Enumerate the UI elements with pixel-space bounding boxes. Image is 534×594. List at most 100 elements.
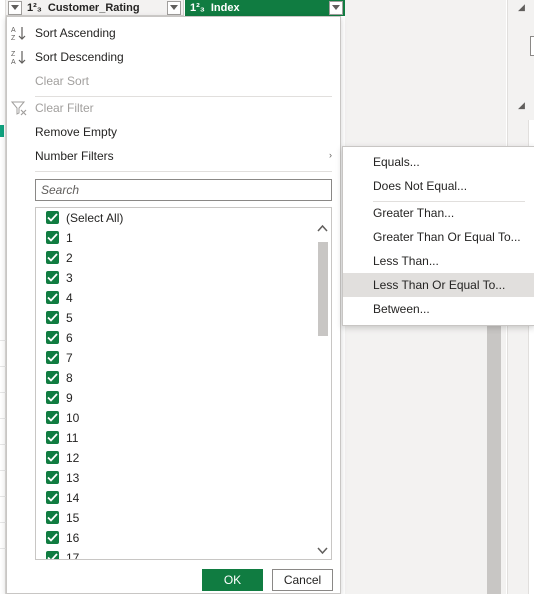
scroll-down-icon[interactable]: [317, 545, 328, 555]
value-label: 1: [66, 231, 73, 245]
filter-option-label: Does Not Equal...: [373, 179, 468, 193]
column-filter-dropdown[interactable]: [329, 1, 343, 15]
checkbox-checked-icon[interactable]: [46, 471, 59, 484]
value-item[interactable]: 6: [36, 328, 314, 348]
value-label: (Select All): [66, 211, 124, 225]
filter-less-than-item[interactable]: Less Than...: [343, 249, 534, 273]
checkbox-checked-icon[interactable]: [46, 431, 59, 444]
sort-ascending-label: Sort Ascending: [35, 26, 116, 40]
value-label: 16: [66, 531, 80, 545]
values-checklist: (Select All) 1 2 3 4 5 6 7 8 9 10 11 12 13 14 15 16 17: [35, 207, 332, 560]
search-input[interactable]: [36, 180, 331, 200]
checkbox-checked-icon[interactable]: [46, 351, 59, 364]
search-box[interactable]: [35, 179, 332, 201]
filter-less-than-or-equal-item[interactable]: Less Than Or Equal To...: [343, 273, 534, 297]
value-label: 4: [66, 291, 73, 305]
value-label: 6: [66, 331, 73, 345]
checkbox-checked-icon[interactable]: [46, 331, 59, 344]
checkbox-checked-icon[interactable]: [46, 511, 59, 524]
number-type-icon: 1²₃: [27, 1, 42, 14]
ok-button[interactable]: OK: [202, 569, 263, 591]
checkbox-checked-icon[interactable]: [46, 311, 59, 324]
value-item[interactable]: 8: [36, 368, 314, 388]
sort-ascending-item[interactable]: A Z Sort Ascending: [7, 21, 340, 45]
checkbox-checked-icon[interactable]: [46, 531, 59, 544]
clear-sort-item[interactable]: Clear Sort: [7, 69, 340, 93]
value-item[interactable]: 15: [36, 508, 314, 528]
checkbox-checked-icon[interactable]: [46, 411, 59, 424]
value-label: 13: [66, 471, 80, 485]
column-filter-dropdown-left[interactable]: [8, 0, 22, 15]
checkbox-checked-icon[interactable]: [46, 551, 59, 559]
value-item[interactable]: 2: [36, 248, 314, 268]
clear-filter-item[interactable]: Clear Filter: [7, 96, 340, 120]
filter-greater-than-item[interactable]: Greater Than...: [343, 201, 534, 225]
column-header-customer-rating[interactable]: 1²₃ Customer_Rating: [6, 0, 184, 16]
clear-sort-label: Clear Sort: [35, 74, 90, 88]
value-item[interactable]: 17: [36, 548, 314, 560]
value-item[interactable]: 4: [36, 288, 314, 308]
checkbox-checked-icon[interactable]: [46, 231, 59, 244]
value-label: 9: [66, 391, 73, 405]
value-label: 7: [66, 351, 73, 365]
value-item[interactable]: 12: [36, 448, 314, 468]
svg-text:Z: Z: [11, 35, 16, 41]
column-header-index[interactable]: 1²₃ Index: [185, 0, 345, 16]
filter-option-label: Equals...: [373, 155, 420, 169]
scroll-thumb[interactable]: [318, 242, 328, 336]
column-filter-menu: A Z Sort Ascending Z A Sort Descending C…: [6, 16, 341, 594]
remove-empty-label: Remove Empty: [35, 125, 118, 139]
filter-option-label: Between...: [373, 302, 430, 316]
value-item[interactable]: 10: [36, 408, 314, 428]
number-filters-item[interactable]: Number Filters ›: [7, 144, 340, 168]
checkbox-checked-icon[interactable]: [46, 211, 59, 224]
value-label: 2: [66, 251, 73, 265]
checkbox-checked-icon[interactable]: [46, 491, 59, 504]
checkbox-checked-icon[interactable]: [46, 271, 59, 284]
remove-empty-item[interactable]: Remove Empty: [7, 120, 340, 144]
value-label: 12: [66, 451, 80, 465]
value-label: 15: [66, 511, 80, 525]
number-type-icon: 1²₃: [190, 2, 205, 14]
clear-filter-label: Clear Filter: [35, 101, 94, 115]
submenu-arrow-icon: ›: [329, 150, 332, 160]
filter-equals-item[interactable]: Equals...: [343, 150, 534, 174]
sort-ascending-icon: A Z: [11, 27, 26, 41]
background-scrollbar: [487, 300, 501, 594]
value-label: 3: [66, 271, 73, 285]
filter-between-item[interactable]: Between...: [343, 297, 534, 321]
values-scrollbar[interactable]: [314, 208, 331, 559]
cancel-button[interactable]: Cancel: [272, 569, 333, 591]
value-label: 10: [66, 411, 80, 425]
checkbox-checked-icon[interactable]: [46, 391, 59, 404]
clear-filter-icon: [11, 101, 27, 116]
value-label: 14: [66, 491, 80, 505]
svg-text:A: A: [11, 27, 16, 34]
sort-descending-label: Sort Descending: [35, 50, 124, 64]
value-label: 17: [66, 551, 80, 560]
sort-descending-icon: Z A: [11, 51, 26, 65]
checkbox-checked-icon[interactable]: [46, 451, 59, 464]
checkbox-checked-icon[interactable]: [46, 251, 59, 264]
value-item[interactable]: 16: [36, 528, 314, 548]
svg-text:Z: Z: [11, 51, 16, 58]
scroll-up-icon[interactable]: [317, 224, 328, 234]
value-item[interactable]: 13: [36, 468, 314, 488]
value-item[interactable]: 7: [36, 348, 314, 368]
filter-greater-than-or-equal-item[interactable]: Greater Than Or Equal To...: [343, 225, 534, 249]
sort-descending-item[interactable]: Z A Sort Descending: [7, 45, 340, 69]
value-item[interactable]: 11: [36, 428, 314, 448]
filter-does-not-equal-item[interactable]: Does Not Equal...: [343, 174, 534, 198]
value-item[interactable]: 9: [36, 388, 314, 408]
checkbox-checked-icon[interactable]: [46, 291, 59, 304]
checkbox-checked-icon[interactable]: [46, 371, 59, 384]
value-item[interactable]: 1: [36, 228, 314, 248]
value-item[interactable]: 3: [36, 268, 314, 288]
select-all-item[interactable]: (Select All): [36, 208, 314, 228]
column-filter-dropdown[interactable]: [167, 1, 181, 15]
filter-option-label: Less Than Or Equal To...: [373, 278, 506, 292]
value-item[interactable]: 14: [36, 488, 314, 508]
value-item[interactable]: 5: [36, 308, 314, 328]
svg-text:A: A: [11, 59, 16, 65]
pane-input[interactable]: [530, 36, 534, 56]
